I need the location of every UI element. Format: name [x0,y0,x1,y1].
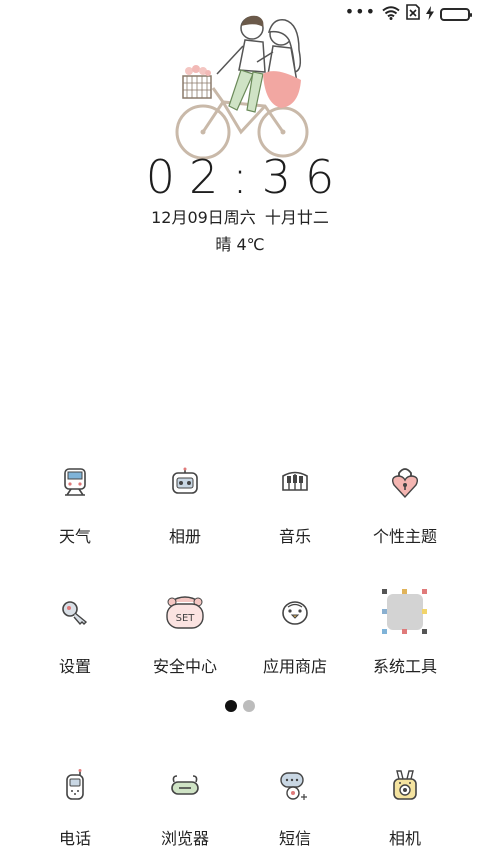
app-weather[interactable]: 天气 [20,445,130,575]
app-phone[interactable]: 电话 [20,753,130,849]
app-messages[interactable]: 短信 [240,753,350,849]
app-music[interactable]: 音乐 [240,445,350,575]
app-app-store[interactable]: 应用商店 [240,575,350,705]
app-settings[interactable]: 设置 [20,575,130,705]
app-themes[interactable]: 个性主题 [350,445,460,575]
app-grid: 天气 相册 音乐 个性主题 设置 SET 安全中心 应用商店 系统工具 [0,445,480,705]
message-bubble-icon [270,761,320,811]
app-browser[interactable]: 浏览器 [130,753,240,849]
app-label: 应用商店 [262,657,327,676]
piano-keys-icon [270,457,320,507]
folder-grid-icon [380,587,430,637]
app-label: 音乐 [278,527,311,546]
lockscreen-clock: 02:36 [145,150,349,204]
app-label: 相册 [168,527,201,546]
wifi-icon [382,5,400,24]
browser-icon [160,761,210,811]
app-row-2: 设置 SET 安全中心 应用商店 系统工具 [0,575,480,705]
app-row-1: 天气 相册 音乐 个性主题 [0,445,480,575]
app-security-center[interactable]: SET 安全中心 [130,575,240,705]
battery-icon [440,7,472,21]
app-label: 电话 [58,829,91,848]
key-icon [50,587,100,637]
no-sim-icon [406,4,420,24]
page-dot-2[interactable] [243,700,255,712]
app-label: 相机 [388,829,421,848]
weather-condition: 晴 [215,235,232,254]
page-indicator [0,700,480,712]
app-camera[interactable]: 相机 [350,753,460,849]
more-dots-icon: ••• [344,2,376,21]
weather-line: 晴 4℃ [0,231,480,255]
bird-face-icon [270,587,320,637]
app-label: 安全中心 [152,657,217,676]
bunny-camera-icon [380,761,430,811]
heart-lock-icon [380,457,430,507]
app-system-tools[interactable]: 系统工具 [350,575,460,705]
dock: 电话 浏览器 短信 相机 [0,753,480,849]
app-label: 系统工具 [372,657,437,676]
lunar-date-text: 十月廿二 [264,208,329,227]
app-label: 浏览器 [160,829,209,848]
app-label: 天气 [58,527,91,546]
robot-photo-icon [160,457,210,507]
app-gallery[interactable]: 相册 [130,445,240,575]
wallpaper-illustration [165,10,325,160]
date-line: 12月09日周六 十月廿二 [0,204,480,228]
set-pot-icon: SET [160,587,210,637]
phone-icon [50,761,100,811]
svg-text:SET: SET [176,613,196,624]
weather-temperature: 4℃ [236,235,265,254]
app-label: 短信 [278,829,311,848]
charging-bolt-icon [426,5,434,24]
train-icon [50,457,100,507]
app-label: 设置 [58,657,91,676]
app-label: 个性主题 [372,527,437,546]
date-text: 12月09日周六 [151,208,256,227]
page-dot-1[interactable] [225,700,237,712]
